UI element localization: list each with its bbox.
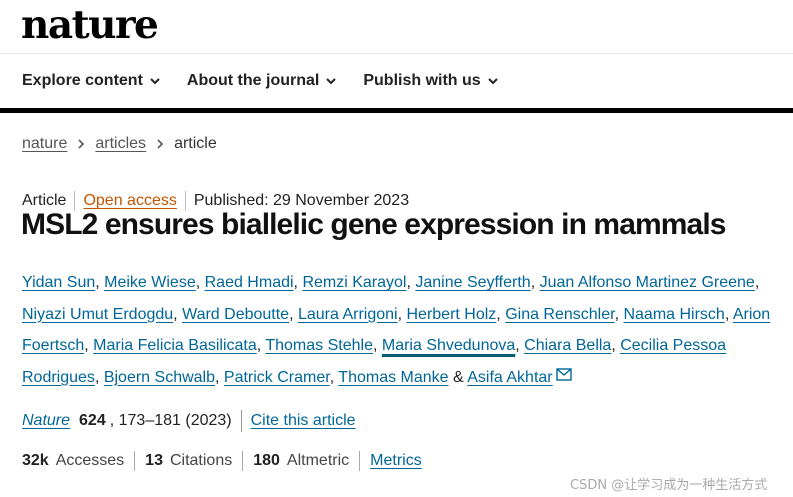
author-link[interactable]: Maria Shvedunova (382, 337, 515, 354)
chevron-right-icon (78, 139, 85, 149)
author-separator: , (94, 368, 104, 386)
author-link[interactable]: Maria Felicia Basilicata (93, 337, 257, 354)
chevron-down-icon (326, 78, 337, 85)
metrics-link[interactable]: Metrics (370, 452, 422, 470)
email-icon[interactable] (555, 368, 572, 381)
metrics-divider (242, 451, 244, 471)
author-link[interactable]: Remzi Karayol (302, 274, 406, 291)
nav-explore-content[interactable]: Explore content (22, 72, 160, 90)
chevron-down-icon (150, 78, 160, 85)
author-link[interactable]: Meike Wiese (104, 274, 196, 291)
author-link[interactable]: Yidan Sun (22, 274, 95, 291)
author-link[interactable]: Thomas Manke (338, 369, 448, 386)
watermark: CSDN @让学习成为一种生活方式 (570, 478, 768, 493)
nav-divider (0, 108, 793, 113)
author-separator: , (95, 274, 105, 291)
nav-about-journal[interactable]: About the journal (186, 72, 337, 90)
citation-line: Nature 624 , 173–181 (2023) Cite this ar… (22, 410, 356, 432)
author-link[interactable]: Bjoern Schwalb (104, 369, 215, 386)
author-separator: , (215, 368, 224, 386)
author-separator: , (173, 305, 183, 323)
author-link[interactable]: Niyazi Umut Erdogdu (22, 306, 173, 323)
author-separator: , (289, 305, 298, 323)
author-link[interactable]: Naama Hirsch (623, 306, 724, 323)
author-link[interactable]: Janine Seyfferth (415, 274, 530, 291)
author-list: Yidan Sun, Meike Wiese, Raed Hmadi, Remz… (22, 267, 792, 393)
volume: 624 (79, 412, 106, 429)
author-separator: , (329, 368, 339, 386)
journal-link[interactable]: Nature (22, 412, 70, 430)
citations-count: 13 (145, 452, 163, 469)
author-separator: , (530, 274, 540, 291)
author-separator: , (611, 337, 621, 355)
accesses-count: 32k (22, 452, 49, 469)
altmetric-label: Altmetric (286, 452, 350, 469)
author-separator: , (84, 337, 94, 355)
cite-this-article-link[interactable]: Cite this article (251, 412, 356, 430)
article-metrics: 32k Accesses 13 Citations 180 Altmetric … (22, 451, 422, 471)
breadcrumb-nature[interactable]: nature (22, 135, 67, 153)
main-nav: Explore content About the journal Publis… (22, 72, 525, 90)
header-divider (0, 53, 793, 54)
metrics-divider (134, 451, 136, 471)
author-link[interactable]: Asifa Akhtar (467, 369, 552, 386)
accesses-label: Accesses (55, 452, 125, 469)
chevron-right-icon (157, 139, 164, 149)
author-link[interactable]: Chiara Bella (524, 337, 611, 354)
nature-logo[interactable]: nature (21, 2, 159, 48)
author-link[interactable]: Raed Hmadi (205, 274, 294, 291)
author-separator: , (496, 305, 506, 323)
citation-divider (240, 410, 242, 432)
author-link[interactable]: Patrick Cramer (224, 369, 330, 386)
nav-item-label: Explore content (22, 72, 143, 89)
author-link[interactable]: Ward Deboutte (182, 306, 289, 323)
author-separator: , (724, 305, 733, 323)
nav-item-label: Publish with us (363, 72, 481, 89)
breadcrumb: nature articles article (22, 135, 217, 153)
author-separator: , (372, 337, 382, 355)
metrics-divider (359, 451, 361, 471)
author-link[interactable]: Herbert Holz (406, 306, 496, 323)
author-separator: , (515, 337, 525, 355)
author-link[interactable]: Thomas Stehle (265, 337, 373, 354)
breadcrumb-current: article (174, 135, 217, 152)
article-title: MSL2 ensures biallelic gene expression i… (21, 208, 726, 241)
author-separator: , (754, 274, 760, 291)
citations-label: Citations (169, 452, 233, 469)
author-link[interactable]: Juan Alfonso Martinez Greene (540, 274, 755, 291)
author-and: & (448, 368, 468, 386)
author-link[interactable]: Gina Renschler (505, 306, 614, 323)
nav-publish-with-us[interactable]: Publish with us (363, 72, 498, 90)
pages-year: , 173–181 (2023) (109, 412, 232, 429)
breadcrumb-articles[interactable]: articles (95, 135, 146, 153)
altmetric-score: 180 (253, 452, 280, 469)
chevron-down-icon (487, 78, 498, 85)
author-link[interactable]: Laura Arrigoni (298, 306, 398, 323)
author-separator: , (195, 274, 205, 291)
nav-item-label: About the journal (186, 72, 320, 89)
